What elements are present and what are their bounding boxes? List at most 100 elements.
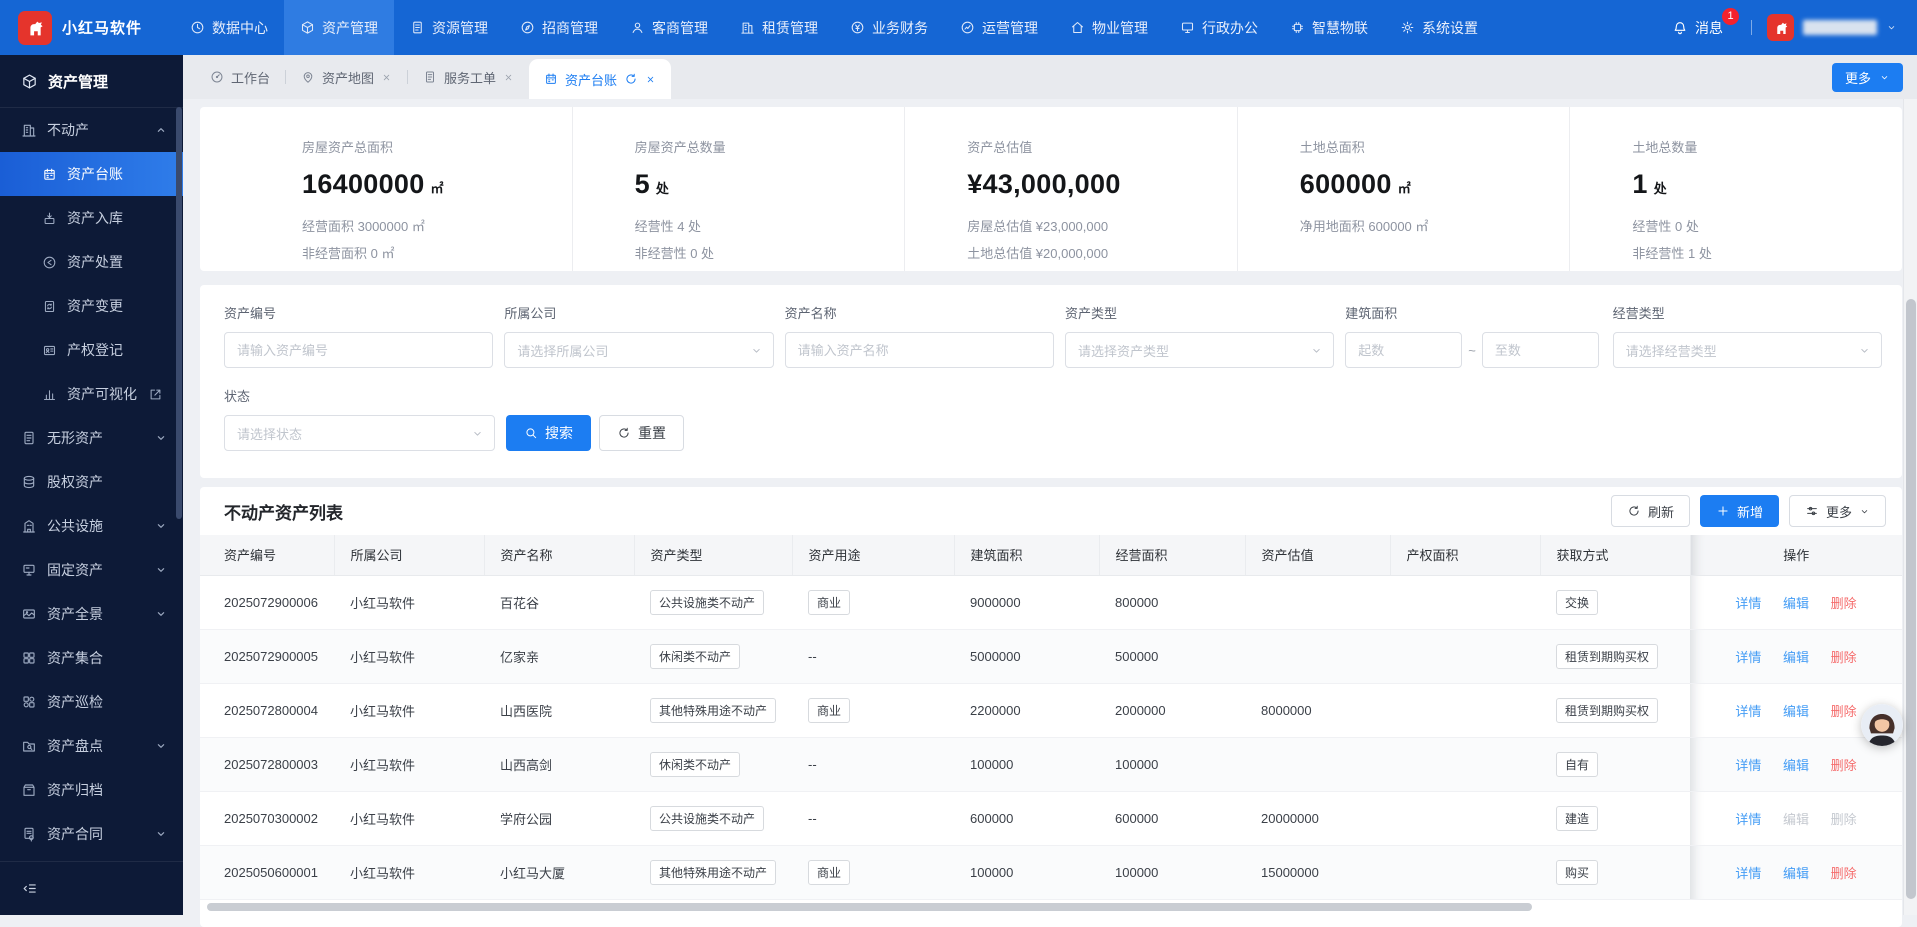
sidebar-item-equity-assets[interactable]: 股权资产 <box>0 460 183 504</box>
sidebar-item-asset-collection[interactable]: 资产集合 <box>0 636 183 680</box>
asset-code-input[interactable] <box>224 332 493 368</box>
edit-link[interactable]: 编辑 <box>1783 596 1809 611</box>
stat-unit: ㎡ <box>431 178 444 197</box>
delete-link[interactable]: 删除 <box>1831 866 1857 881</box>
cell-valuation: 15000000 <box>1245 845 1390 899</box>
refresh-icon[interactable] <box>624 72 638 86</box>
stat-sub: 房屋总估值 ¥23,000,000 <box>967 213 1237 240</box>
nav-item-operation-mgmt[interactable]: 运营管理 <box>944 0 1054 55</box>
build-area-from-input[interactable] <box>1345 332 1462 368</box>
building-icon <box>740 20 755 35</box>
nav-item-asset-mgmt[interactable]: 资产管理 <box>284 0 394 55</box>
stat-house-total-count: 房屋资产总数量 5处 经营性 4 处非经营性 0 处 <box>572 107 905 271</box>
sidebar-item-asset-inbound[interactable]: 资产入库 <box>0 196 183 240</box>
build-area-to-input[interactable] <box>1482 332 1599 368</box>
company-select[interactable]: 请选择所属公司 <box>504 332 773 368</box>
reset-button[interactable]: 重置 <box>599 415 684 451</box>
edit-link[interactable]: 编辑 <box>1783 650 1809 665</box>
operation-type-select[interactable]: 请选择经营类型 <box>1613 332 1882 368</box>
delete-link[interactable]: 删除 <box>1831 596 1857 611</box>
detail-link[interactable]: 详情 <box>1735 866 1761 881</box>
sidebar-item-asset-archive[interactable]: 资产归档 <box>0 768 183 812</box>
delete-link[interactable]: 删除 <box>1831 650 1857 665</box>
messages-button[interactable]: 消息 1 <box>1672 18 1723 38</box>
user-avatar[interactable] <box>1767 14 1794 41</box>
tab-service-ticket[interactable]: 服务工单 <box>408 55 529 99</box>
close-icon[interactable] <box>645 74 656 85</box>
chevron-down-icon <box>153 518 169 534</box>
sidebar-item-asset-patrol[interactable]: 资产巡检 <box>0 680 183 724</box>
nav-item-system-settings[interactable]: 系统设置 <box>1384 0 1494 55</box>
tab-bar: 工作台 资产地图 服务工单 资产台账 更多 <box>183 55 1917 99</box>
close-icon[interactable] <box>503 72 514 83</box>
sidebar-item-label: 公共设施 <box>47 516 103 536</box>
nav-item-finance[interactable]: 业务财务 <box>834 0 944 55</box>
assistant-girl-icon <box>1861 704 1903 746</box>
field-label: 所属公司 <box>504 303 773 322</box>
nav-item-investment-mgmt[interactable]: 招商管理 <box>504 0 614 55</box>
tab-workbench[interactable]: 工作台 <box>195 55 285 99</box>
sidebar-item-asset-change[interactable]: 资产变更 <box>0 284 183 328</box>
sidebar-item-asset-contract[interactable]: 资产合同 <box>0 812 183 856</box>
nav-item-resource-mgmt[interactable]: 资源管理 <box>394 0 504 55</box>
nav-item-admin-office[interactable]: 行政办公 <box>1164 0 1274 55</box>
sidebar-item-asset-inventory[interactable]: 资产盘点 <box>0 724 183 768</box>
sidebar-item-asset-visualization[interactable]: 资产可视化 <box>0 372 183 416</box>
cell-company: 小红马软件 <box>334 575 484 629</box>
table-more-button[interactable]: 更多 <box>1789 495 1886 527</box>
sidebar-item-public-facilities[interactable]: 公共设施 <box>0 504 183 548</box>
nav-item-merchant-mgmt[interactable]: 客商管理 <box>614 0 724 55</box>
sidebar-item-asset-panorama[interactable]: 资产全景 <box>0 592 183 636</box>
assistant-avatar[interactable] <box>1861 704 1903 746</box>
sidebar-item-intangible-assets[interactable]: 无形资产 <box>0 416 183 460</box>
tab-asset-map[interactable]: 资产地图 <box>286 55 407 99</box>
nav-item-data-center[interactable]: 数据中心 <box>174 0 284 55</box>
sidebar-item-asset-disposal[interactable]: 资产处置 <box>0 240 183 284</box>
app-name: 小红马软件 <box>62 17 142 38</box>
stat-label: 房屋资产总数量 <box>635 137 905 156</box>
sidebar: 资产管理 不动产 资产台账 资产入库 资产处置 资产变更 产权登记 <box>0 55 183 915</box>
refresh-button[interactable]: 刷新 <box>1611 495 1690 527</box>
nav-item-lease-mgmt[interactable]: 租赁管理 <box>724 0 834 55</box>
detail-link[interactable]: 详情 <box>1735 596 1761 611</box>
detail-link[interactable]: 详情 <box>1735 812 1761 827</box>
chevron-down-icon <box>471 427 484 440</box>
sidebar-item-property-registration[interactable]: 产权登记 <box>0 328 183 372</box>
detail-link[interactable]: 详情 <box>1735 704 1761 719</box>
cell-usage: -- <box>792 629 954 683</box>
sidebar-item-label: 资产合同 <box>47 824 103 844</box>
user-name-redacted[interactable] <box>1803 20 1877 35</box>
stats-card: 房屋资产总面积 16400000㎡ 经营面积 3000000 ㎡非经营面积 0 … <box>200 107 1902 271</box>
sidebar-item-label: 资产集合 <box>47 648 103 668</box>
collapse-sidebar-icon[interactable] <box>21 880 38 897</box>
sidebar-scrollbar-thumb[interactable] <box>176 107 182 519</box>
add-button[interactable]: 新增 <box>1700 495 1779 527</box>
tabs-more-button[interactable]: 更多 <box>1832 63 1903 92</box>
edit-link[interactable]: 编辑 <box>1783 758 1809 773</box>
delete-link[interactable]: 删除 <box>1831 758 1857 773</box>
app-logo[interactable] <box>18 11 52 45</box>
nav-item-property-mgmt[interactable]: 物业管理 <box>1054 0 1164 55</box>
detail-link[interactable]: 详情 <box>1735 650 1761 665</box>
vertical-scrollbar-thumb[interactable] <box>1906 299 1916 899</box>
edit-link[interactable]: 编辑 <box>1783 704 1809 719</box>
nav-item-smart-iot[interactable]: 智慧物联 <box>1274 0 1384 55</box>
nav-item-label: 运营管理 <box>982 18 1038 38</box>
horizontal-scrollbar-thumb[interactable] <box>207 903 1532 911</box>
search-button[interactable]: 搜索 <box>506 415 591 451</box>
asset-name-input[interactable] <box>785 332 1054 368</box>
status-select[interactable]: 请选择状态 <box>224 415 495 451</box>
asset-type-select[interactable]: 请选择资产类型 <box>1065 332 1334 368</box>
delete-link[interactable]: 删除 <box>1831 704 1857 719</box>
stat-value: 5 <box>635 169 650 200</box>
chevron-down-icon[interactable] <box>1886 22 1897 33</box>
sidebar-item-asset-ledger[interactable]: 资产台账 <box>0 152 183 196</box>
tab-asset-ledger[interactable]: 资产台账 <box>529 59 671 99</box>
detail-link[interactable]: 详情 <box>1735 758 1761 773</box>
close-icon[interactable] <box>381 72 392 83</box>
sidebar-item-fixed-assets[interactable]: 固定资产 <box>0 548 183 592</box>
edit-link[interactable]: 编辑 <box>1783 866 1809 881</box>
compass-icon <box>520 20 535 35</box>
asset-type-tag: 休闲类不动产 <box>650 644 740 669</box>
sidebar-item-real-estate[interactable]: 不动产 <box>0 108 183 152</box>
